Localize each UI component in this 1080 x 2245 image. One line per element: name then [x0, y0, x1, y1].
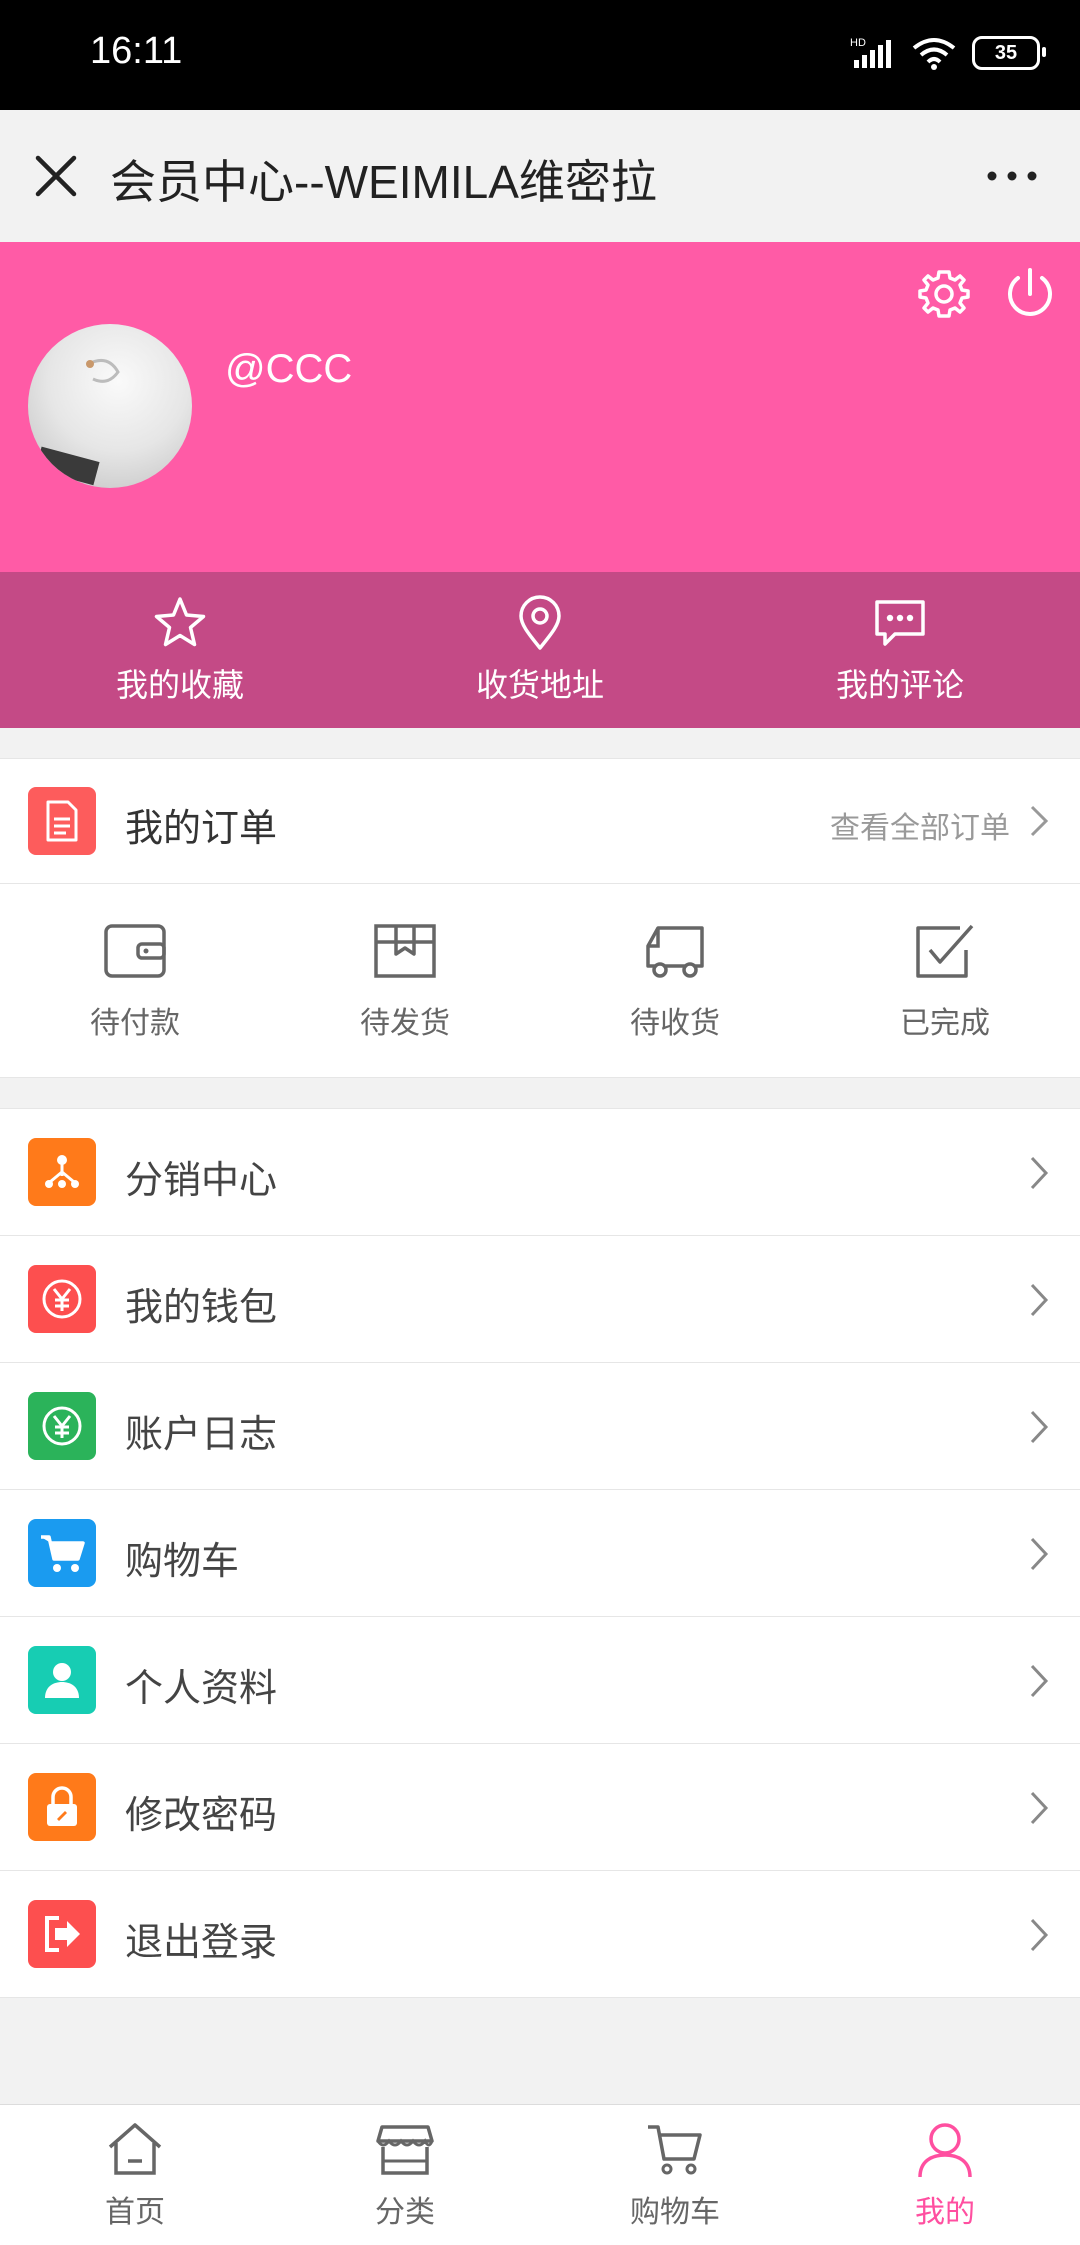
signal-icon: HD — [850, 37, 891, 68]
gear-icon[interactable] — [916, 266, 972, 322]
cart-icon — [28, 1519, 96, 1587]
order-status-pending-shipment[interactable]: 待发货 — [270, 884, 540, 1078]
close-icon[interactable] — [30, 150, 82, 202]
tab-label: 我的 — [915, 2195, 975, 2230]
checkbox-icon — [916, 924, 974, 978]
order-status-pending-payment[interactable]: 待付款 — [0, 884, 270, 1078]
power-icon[interactable] — [1000, 264, 1060, 324]
menu-item-logout[interactable]: 退出登录 — [0, 1871, 1080, 1998]
chevron-right-icon — [1030, 1918, 1049, 1952]
order-status-label: 已完成 — [900, 1006, 990, 1041]
tab-cart[interactable]: 购物车 — [540, 2105, 810, 2245]
battery-icon: 35 — [972, 36, 1046, 70]
user-icon — [918, 2123, 972, 2178]
chevron-right-icon — [1030, 1791, 1049, 1825]
tab-label: 分类 — [375, 2195, 435, 2230]
more-icon[interactable] — [982, 150, 1042, 202]
document-icon — [28, 787, 96, 855]
menu-list: 分销中心 我的钱包 账户日志 购物车 个人资料 修改密码 退出登录 — [0, 1108, 1080, 1998]
quick-link-label: 我的收藏 — [115, 666, 244, 704]
quick-link-comments[interactable]: 我的评论 — [720, 572, 1080, 728]
shop-icon — [376, 2125, 434, 2175]
menu-item-label: 购物车 — [125, 1539, 240, 1583]
chevron-right-icon — [1030, 1537, 1049, 1571]
profile-header: @CCC — [0, 242, 1080, 572]
page-title: 会员中心--WEIMILA维密拉 — [110, 156, 657, 208]
user-icon — [28, 1646, 96, 1714]
logout-icon — [28, 1900, 96, 1968]
chevron-right-icon — [1030, 1410, 1049, 1444]
menu-item-account-log[interactable]: 账户日志 — [0, 1363, 1080, 1490]
status-icons: HD 35 — [850, 36, 1046, 70]
svg-text:HD: HD — [850, 37, 866, 49]
package-icon — [374, 924, 436, 978]
quick-link-label: 收货地址 — [475, 666, 604, 704]
menu-item-label: 退出登录 — [125, 1920, 278, 1964]
menu-item-distribution[interactable]: 分销中心 — [0, 1109, 1080, 1236]
menu-item-change-password[interactable]: 修改密码 — [0, 1744, 1080, 1871]
order-status-row: 待付款 待发货 待收货 已完成 — [0, 884, 1080, 1078]
tab-label: 首页 — [105, 2195, 165, 2230]
home-icon — [108, 2123, 162, 2175]
tab-label: 购物车 — [630, 2195, 720, 2230]
yuan-icon — [28, 1265, 96, 1333]
tab-mine[interactable]: 我的 — [810, 2105, 1080, 2245]
menu-item-profile[interactable]: 个人资料 — [0, 1617, 1080, 1744]
location-pin-icon — [519, 595, 561, 650]
network-icon — [28, 1138, 96, 1206]
star-icon — [154, 597, 206, 647]
menu-item-cart[interactable]: 购物车 — [0, 1490, 1080, 1617]
username: @CCC — [225, 347, 353, 391]
chevron-right-icon — [1030, 1156, 1049, 1190]
orders-title: 我的订单 — [125, 806, 278, 850]
order-status-label: 待收货 — [630, 1006, 720, 1041]
menu-item-label: 我的钱包 — [125, 1285, 278, 1329]
bottom-tab-bar: 首页 分类 购物车 我的 — [0, 2104, 1080, 2245]
order-status-label: 待发货 — [360, 1006, 450, 1041]
order-status-completed[interactable]: 已完成 — [810, 884, 1080, 1078]
truck-icon — [646, 926, 704, 978]
lock-icon — [28, 1773, 96, 1841]
chevron-right-icon — [1030, 805, 1049, 837]
quick-link-label: 我的评论 — [835, 666, 964, 704]
quick-link-favorites[interactable]: 我的收藏 — [0, 572, 360, 728]
menu-item-wallet[interactable]: 我的钱包 — [0, 1236, 1080, 1363]
wifi-icon — [912, 38, 956, 70]
chevron-right-icon — [1030, 1664, 1049, 1698]
order-status-label: 待付款 — [90, 1006, 180, 1041]
menu-item-label: 账户日志 — [125, 1412, 278, 1456]
orders-header[interactable]: 我的订单 查看全部订单 — [0, 759, 1080, 884]
wallet-icon — [104, 924, 166, 978]
tab-category[interactable]: 分类 — [270, 2105, 540, 2245]
tab-home[interactable]: 首页 — [0, 2105, 270, 2245]
avatar[interactable] — [28, 324, 192, 488]
cart-icon — [648, 2125, 702, 2175]
order-status-pending-receipt[interactable]: 待收货 — [540, 884, 810, 1078]
status-bar: 16:11 HD 35 — [0, 0, 1080, 110]
view-all-orders-link[interactable]: 查看全部订单 — [830, 803, 1010, 847]
comment-icon — [875, 600, 925, 646]
status-time: 16:11 — [90, 30, 183, 72]
menu-item-label: 修改密码 — [125, 1793, 278, 1837]
chevron-right-icon — [1030, 1283, 1049, 1317]
yuan-icon — [28, 1392, 96, 1460]
menu-item-label: 个人资料 — [125, 1666, 278, 1710]
quick-link-address[interactable]: 收货地址 — [360, 572, 720, 728]
quick-links: 我的收藏 收货地址 我的评论 — [0, 572, 1080, 728]
orders-section: 我的订单 查看全部订单 待付款 待发货 待收货 已完成 — [0, 758, 1080, 1078]
title-bar: 会员中心--WEIMILA维密拉 — [0, 110, 1080, 243]
menu-item-label: 分销中心 — [125, 1158, 278, 1202]
